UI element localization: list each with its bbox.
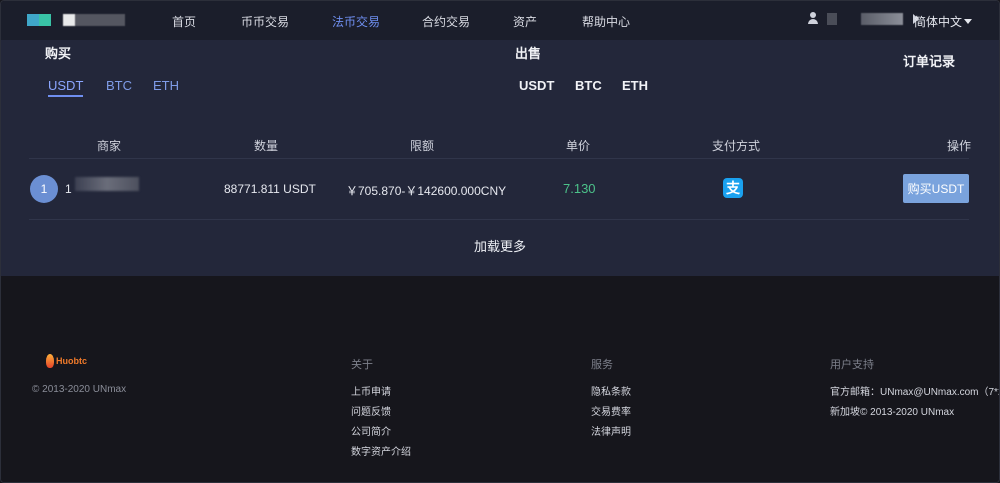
logo-name-redacted	[63, 14, 125, 26]
merchant-name[interactable]: 1	[65, 182, 72, 196]
nav-home[interactable]: 首页	[172, 13, 196, 30]
footer-service-title: 服务	[591, 359, 613, 371]
language-label: 简体中文	[914, 15, 963, 29]
order-records-link[interactable]: 订单记录	[903, 51, 955, 70]
footer-brand: Huobtc	[56, 356, 87, 366]
buy-tab-eth[interactable]: ETH	[153, 78, 179, 93]
col-header-action: 操作	[947, 139, 972, 153]
merchant-name-redacted	[75, 177, 139, 191]
nav-contract-trading[interactable]: 合约交易	[422, 13, 470, 30]
footer-link-feedback[interactable]: 问题反馈	[351, 403, 391, 418]
username-redacted-2	[861, 12, 903, 25]
language-selector[interactable]: 简体中文	[914, 13, 973, 30]
nav-help-center[interactable]: 帮助中心	[582, 13, 630, 30]
flame-icon	[46, 354, 54, 368]
footer-link-fees[interactable]: 交易费率	[591, 403, 631, 418]
alipay-icon: 支	[723, 178, 743, 198]
buy-usdt-button[interactable]: 购买USDT	[903, 174, 969, 203]
col-header-payment: 支付方式	[712, 139, 761, 153]
site-logo[interactable]	[27, 14, 125, 26]
merchant-avatar: 1	[30, 175, 58, 203]
footer-support-email[interactable]: 官方邮箱：UNmax@UNmax.com（7*24	[830, 383, 999, 398]
user-menu[interactable]	[807, 12, 921, 25]
logo-mark-icon	[27, 14, 39, 26]
footer-link-digital-assets[interactable]: 数字资产介绍	[351, 443, 411, 458]
footer: Huobtc © 2013-2020 UNmax 关于 上币申请 问题反馈 公司…	[1, 276, 999, 482]
buy-tab-btc[interactable]: BTC	[106, 78, 132, 93]
user-icon	[807, 12, 819, 25]
order-quantity: 88771.811 USDT	[224, 182, 316, 196]
nav-otc-trading[interactable]: 法币交易	[332, 13, 380, 30]
footer-support-copyright: 新加坡© 2013-2020 UNmax	[830, 407, 955, 418]
col-header-merchant: 商家	[97, 139, 122, 153]
col-header-price: 单价	[566, 139, 591, 153]
buy-tab-usdt[interactable]: USDT	[48, 78, 84, 97]
load-more-button[interactable]: 加载更多	[474, 236, 526, 255]
top-nav: 首页 币币交易 法币交易 合约交易 资产 帮助中心 简体中文	[1, 1, 999, 40]
footer-link-legal[interactable]: 法律声明	[591, 423, 631, 438]
footer-about-title: 关于	[351, 359, 373, 371]
footer-support-title: 用户支持	[830, 359, 874, 371]
footer-copyright: © 2013-2020 UNmax	[32, 384, 127, 395]
sell-tab-eth[interactable]: ETH	[622, 78, 648, 93]
sell-section-title: 出售	[515, 46, 542, 61]
footer-link-listing-apply[interactable]: 上币申请	[351, 383, 391, 398]
col-header-limit: 限额	[410, 139, 435, 153]
footer-link-privacy[interactable]: 隐私条款	[591, 383, 631, 398]
order-price: 7.130	[563, 181, 596, 196]
order-limit: ￥705.870-￥142600.000CNY	[346, 184, 507, 198]
col-header-quantity: 数量	[254, 139, 279, 153]
chevron-down-icon	[964, 19, 973, 24]
nav-spot-trading[interactable]: 币币交易	[241, 13, 289, 30]
table-header-divider	[29, 158, 969, 159]
app-window: 首页 币币交易 法币交易 合约交易 资产 帮助中心 简体中文 购买 USDT B…	[0, 0, 1000, 483]
table-row-divider	[29, 219, 969, 220]
nav-assets[interactable]: 资产	[513, 13, 537, 30]
buy-section-title: 购买	[45, 46, 72, 61]
footer-link-company[interactable]: 公司简介	[351, 423, 391, 438]
sell-tab-usdt[interactable]: USDT	[519, 78, 554, 93]
logo-mark-icon-2	[39, 14, 51, 26]
sell-tab-btc[interactable]: BTC	[575, 78, 602, 93]
footer-logo[interactable]: Huobtc	[46, 354, 87, 368]
username-redacted	[827, 12, 837, 25]
